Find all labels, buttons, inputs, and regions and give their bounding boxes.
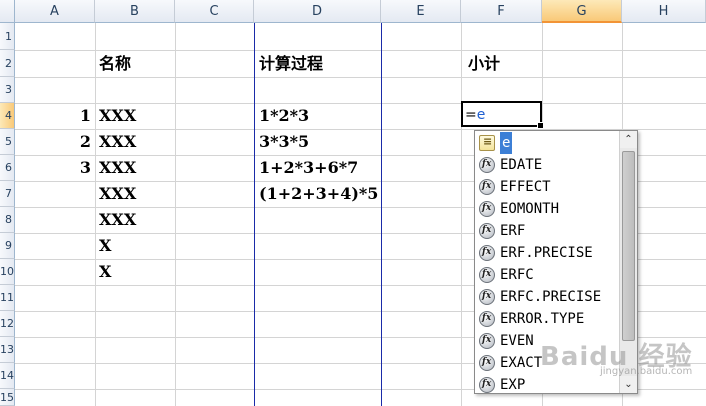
- cell-expression[interactable]: 3*3*5: [259, 130, 309, 154]
- autocomplete-item-label: EFFECT: [500, 179, 551, 195]
- autocomplete-item-label: ERF: [500, 223, 526, 239]
- autocomplete-item[interactable]: EOMONTH: [476, 198, 620, 220]
- row-header-15[interactable]: 15: [0, 389, 15, 406]
- cell-name[interactable]: XXX: [99, 104, 136, 128]
- header-process[interactable]: 计算过程: [259, 52, 323, 76]
- autocomplete-item[interactable]: ERROR.TYPE: [476, 308, 620, 330]
- autocomplete-item[interactable]: ERFC.PRECISE: [476, 286, 620, 308]
- function-icon: [479, 157, 495, 173]
- cell-index[interactable]: [15, 234, 91, 258]
- gridline: [175, 23, 176, 406]
- row-header-2[interactable]: 2: [0, 50, 15, 77]
- header-subtotal[interactable]: 小计: [468, 52, 500, 76]
- autocomplete-item-label: EXP: [500, 377, 526, 393]
- row-header-8[interactable]: 8: [0, 207, 15, 233]
- cell-name[interactable]: X: [99, 260, 111, 284]
- function-icon: [479, 377, 495, 393]
- row-header-10[interactable]: 10: [0, 259, 15, 285]
- cell-index[interactable]: [15, 260, 91, 284]
- function-icon: [479, 311, 495, 327]
- autocomplete-item-label: ERFC.PRECISE: [500, 289, 602, 305]
- row-header-14[interactable]: 14: [0, 363, 15, 389]
- cell-index[interactable]: 1: [15, 104, 91, 128]
- function-icon: [479, 245, 495, 261]
- row-header-5[interactable]: 5: [0, 129, 15, 155]
- column-header-h[interactable]: H: [622, 0, 706, 23]
- autocomplete-item-label: EXACT: [500, 355, 543, 371]
- column-divider-line: [381, 23, 382, 406]
- row-header-7[interactable]: 7: [0, 181, 15, 207]
- function-icon: [479, 289, 495, 305]
- cell-name[interactable]: XXX: [99, 182, 136, 206]
- autocomplete-item-label: EDATE: [500, 157, 543, 173]
- gridline: [15, 77, 706, 78]
- cell-name[interactable]: X: [99, 234, 111, 258]
- spreadsheet-grid[interactable]: ABCDEFGHI 123456789101112131415 名称 计算过程 …: [0, 0, 706, 406]
- column-header-e[interactable]: E: [381, 0, 461, 23]
- cell-index[interactable]: [15, 208, 91, 232]
- cell-name[interactable]: XXX: [99, 156, 136, 180]
- autocomplete-item-label: EVEN: [500, 333, 534, 349]
- autocomplete-item[interactable]: EFFECT: [476, 176, 620, 198]
- autocomplete-item-label: ERFC: [500, 267, 534, 283]
- row-header-12[interactable]: 12: [0, 311, 15, 337]
- column-divider-line: [254, 23, 255, 406]
- formula-input[interactable]: =e: [465, 107, 485, 123]
- column-header-c[interactable]: C: [175, 0, 254, 23]
- scroll-thumb[interactable]: [622, 151, 635, 341]
- column-header-a[interactable]: A: [15, 0, 95, 23]
- autocomplete-item[interactable]: ERFC: [476, 264, 620, 286]
- row-header-13[interactable]: 13: [0, 337, 15, 363]
- cell-index[interactable]: [15, 182, 91, 206]
- cell-name[interactable]: XXX: [99, 130, 136, 154]
- function-icon: [479, 267, 495, 283]
- function-icon: [479, 333, 495, 349]
- column-header-f[interactable]: F: [461, 0, 542, 23]
- function-icon: [479, 201, 495, 217]
- column-header-b[interactable]: B: [95, 0, 175, 23]
- row-header-11[interactable]: 11: [0, 285, 15, 311]
- autocomplete-item[interactable]: EXP: [476, 374, 620, 393]
- autocomplete-item-label: ERF.PRECISE: [500, 245, 593, 261]
- scroll-up-button[interactable]: ⌃: [620, 131, 637, 148]
- cell-expression[interactable]: 1+2*3+6*7: [259, 156, 358, 180]
- gridline: [95, 23, 96, 406]
- row-header-4[interactable]: 4: [0, 103, 15, 129]
- column-header-d[interactable]: D: [254, 0, 381, 23]
- baidu-watermark-url: jingyan.baidu.com: [600, 366, 693, 377]
- select-all-corner[interactable]: [0, 0, 15, 23]
- scroll-down-button[interactable]: ⌄: [620, 376, 637, 393]
- gridline: [461, 23, 462, 406]
- autocomplete-item[interactable]: e: [476, 132, 620, 154]
- cell-index[interactable]: 3: [15, 156, 91, 180]
- defined-name-icon: [479, 135, 495, 151]
- cell-index[interactable]: 2: [15, 130, 91, 154]
- function-icon: [479, 355, 495, 371]
- row-header-9[interactable]: 9: [0, 233, 15, 259]
- row-header-3[interactable]: 3: [0, 77, 15, 103]
- autocomplete-item-label: EOMONTH: [500, 201, 560, 217]
- autocomplete-item[interactable]: ERF.PRECISE: [476, 242, 620, 264]
- cell-expression[interactable]: (1+2+3+4)*5: [259, 182, 378, 206]
- autocomplete-item[interactable]: ERF: [476, 220, 620, 242]
- row-header-1[interactable]: 1: [0, 23, 15, 50]
- column-header-g[interactable]: G: [542, 0, 622, 23]
- autocomplete-item-label: ERROR.TYPE: [500, 311, 585, 327]
- function-icon: [479, 223, 495, 239]
- header-name[interactable]: 名称: [99, 52, 131, 76]
- row-header-6[interactable]: 6: [0, 155, 15, 181]
- gridline: [15, 50, 706, 51]
- autocomplete-item-label: e: [500, 132, 513, 154]
- function-icon: [479, 179, 495, 195]
- cell-name[interactable]: XXX: [99, 208, 136, 232]
- fill-handle[interactable]: [537, 122, 544, 129]
- cell-expression[interactable]: 1*2*3: [259, 104, 309, 128]
- autocomplete-item[interactable]: EDATE: [476, 154, 620, 176]
- active-cell-g4[interactable]: =e: [461, 101, 544, 129]
